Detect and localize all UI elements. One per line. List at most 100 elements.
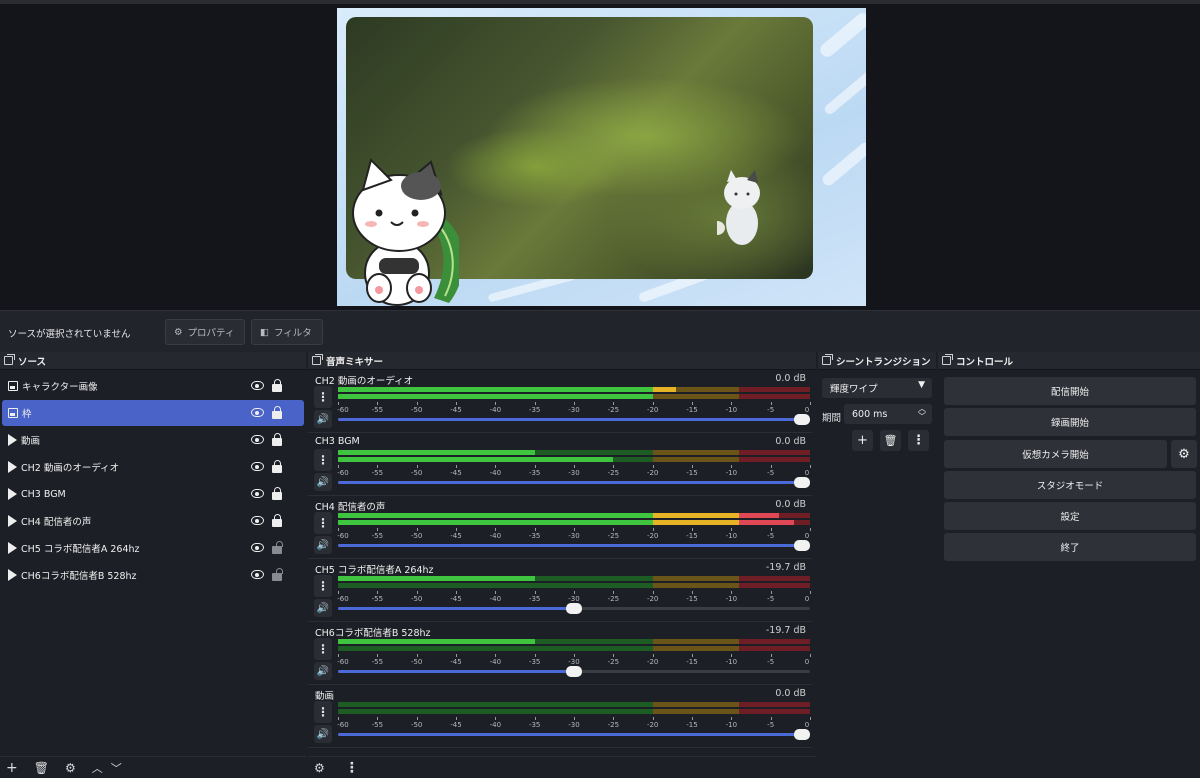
source-item[interactable]: CH3 BGM	[2, 481, 304, 507]
start-streaming-button[interactable]: 配信開始	[944, 377, 1196, 405]
studio-mode-button[interactable]: スタジオモード	[944, 471, 1196, 499]
lock-icon[interactable]	[272, 460, 282, 473]
stepper-icon[interactable]: ︿ ﹀	[918, 405, 926, 421]
scale-tick-label: -60	[337, 658, 349, 666]
channel-db-value: -19.7 dB	[765, 625, 806, 636]
scale-tick-label: -60	[337, 595, 349, 603]
source-item[interactable]: CH4 配信者の声	[2, 508, 304, 534]
volume-slider[interactable]	[338, 603, 810, 614]
volume-slider[interactable]	[338, 666, 810, 677]
mute-button[interactable]: 🔊	[314, 662, 332, 680]
volume-slider[interactable]	[338, 477, 810, 488]
mixer-bottom-toolbar: ⚙ ⋮	[308, 756, 816, 778]
source-item[interactable]: CH5 コラボ配信者A 264hz	[2, 535, 304, 561]
remove-transition-button[interactable]: 🗑	[880, 430, 901, 451]
scale-tick-label: -40	[489, 406, 502, 414]
add-transition-button[interactable]: +	[852, 430, 873, 451]
exit-button[interactable]: 終了	[944, 533, 1196, 561]
volume-slider-handle[interactable]	[566, 603, 582, 614]
chevron-down-icon[interactable]: ﹀	[111, 760, 122, 776]
source-item-label: CH4 配信者の声	[21, 517, 92, 528]
scale-tick-label: -20	[646, 532, 659, 540]
eye-icon[interactable]	[251, 435, 264, 444]
dock-float-icon[interactable]	[822, 354, 833, 365]
eye-icon[interactable]	[251, 543, 264, 552]
scale-tick-label: -35	[528, 595, 541, 603]
settings-button[interactable]: 設定	[944, 502, 1196, 530]
add-source-icon[interactable]: +	[6, 760, 18, 776]
properties-button[interactable]: ⚙ プロパティ	[165, 319, 245, 345]
virtual-camera-settings-button[interactable]: ⚙	[1171, 440, 1197, 468]
volume-slider[interactable]	[338, 729, 810, 740]
volume-slider[interactable]	[338, 414, 810, 425]
filters-button[interactable]: ◧ フィルタ	[251, 319, 323, 345]
volume-slider-handle[interactable]	[794, 540, 810, 551]
eye-icon[interactable]	[251, 462, 264, 471]
scale-tick-label: -30	[568, 721, 580, 729]
kebab-menu-icon: ⋮	[317, 390, 329, 404]
volume-slider-handle[interactable]	[566, 666, 582, 677]
volume-slider[interactable]	[338, 540, 810, 551]
channel-menu-button[interactable]: ⋮	[314, 386, 332, 408]
source-item[interactable]: 動画	[2, 427, 304, 453]
scale-tick-label: -45	[450, 658, 462, 666]
mute-button[interactable]: 🔊	[314, 599, 332, 617]
preview-area[interactable]	[0, 0, 1200, 310]
mute-button[interactable]: 🔊	[314, 473, 332, 491]
trash-icon[interactable]: 🗑	[34, 761, 49, 775]
start-virtual-camera-button[interactable]: 仮想カメラ開始	[944, 440, 1167, 468]
lock-icon[interactable]	[272, 487, 282, 500]
scale-tick-label: -20	[646, 658, 659, 666]
gear-icon[interactable]: ⚙	[65, 761, 76, 775]
lock-icon[interactable]	[272, 433, 282, 446]
mute-button[interactable]: 🔊	[314, 536, 332, 554]
channel-name: CH5 コラボ配信者A 264hz	[315, 565, 434, 576]
dock-float-icon[interactable]	[312, 354, 323, 365]
unlock-icon[interactable]	[272, 541, 283, 554]
transition-menu-button[interactable]: ⋮	[908, 430, 929, 451]
lock-icon[interactable]	[272, 514, 282, 527]
source-item[interactable]: CH2 動画のオーディオ	[2, 454, 304, 480]
mute-button[interactable]: 🔊	[314, 410, 332, 428]
preview-canvas[interactable]	[337, 8, 866, 306]
channel-menu-button[interactable]: ⋮	[314, 449, 332, 471]
volume-slider-handle[interactable]	[794, 729, 810, 740]
sources-dock-title: ソース	[0, 352, 306, 370]
scale-tick-label: -20	[646, 469, 659, 477]
scale-tick-label: -40	[489, 721, 502, 729]
mixer-settings-icon[interactable]: ⚙	[314, 761, 325, 775]
level-meter	[338, 387, 810, 392]
scale-tick-label: -40	[489, 658, 502, 666]
mute-button[interactable]: 🔊	[314, 725, 332, 743]
mixer-channel: CH5 コラボ配信者A 264hz -19.7 dB ⋮ 🔊 -60 -55 -50 -45-…	[308, 559, 812, 622]
source-item[interactable]: キャラクター画像	[2, 373, 304, 399]
volume-slider-handle[interactable]	[794, 414, 810, 425]
channel-menu-button[interactable]: ⋮	[314, 575, 332, 597]
transition-select[interactable]: 輝度ワイプ ▼	[822, 378, 932, 398]
source-item[interactable]: CH6コラボ配信者B 528hz	[2, 562, 304, 588]
channel-db-value: 0.0 dB	[775, 373, 806, 384]
start-recording-button[interactable]: 録画開始	[944, 408, 1196, 436]
lock-icon[interactable]	[272, 406, 282, 419]
kebab-menu-icon: ⋮	[317, 705, 329, 719]
eye-icon[interactable]	[251, 516, 264, 525]
volume-slider-handle[interactable]	[794, 477, 810, 488]
lock-icon[interactable]	[272, 379, 282, 392]
duration-input[interactable]: 600 ms ︿ ﹀	[844, 404, 932, 424]
channel-name: CH3 BGM	[315, 436, 360, 447]
kebab-menu-icon[interactable]: ⋮	[345, 760, 359, 776]
channel-menu-button[interactable]: ⋮	[314, 701, 332, 723]
source-item-label: 枠	[22, 409, 32, 420]
channel-menu-button[interactable]: ⋮	[314, 638, 332, 660]
channel-name: 動画	[315, 691, 335, 702]
source-item[interactable]: 枠	[2, 400, 304, 426]
dock-float-icon[interactable]	[4, 354, 15, 365]
channel-menu-button[interactable]: ⋮	[314, 512, 332, 534]
eye-icon[interactable]	[251, 570, 264, 579]
eye-icon[interactable]	[251, 408, 264, 417]
eye-icon[interactable]	[251, 489, 264, 498]
eye-icon[interactable]	[251, 381, 264, 390]
dock-float-icon[interactable]	[942, 354, 953, 365]
unlock-icon[interactable]	[272, 568, 283, 581]
chevron-up-icon[interactable]: ︿	[92, 760, 103, 776]
